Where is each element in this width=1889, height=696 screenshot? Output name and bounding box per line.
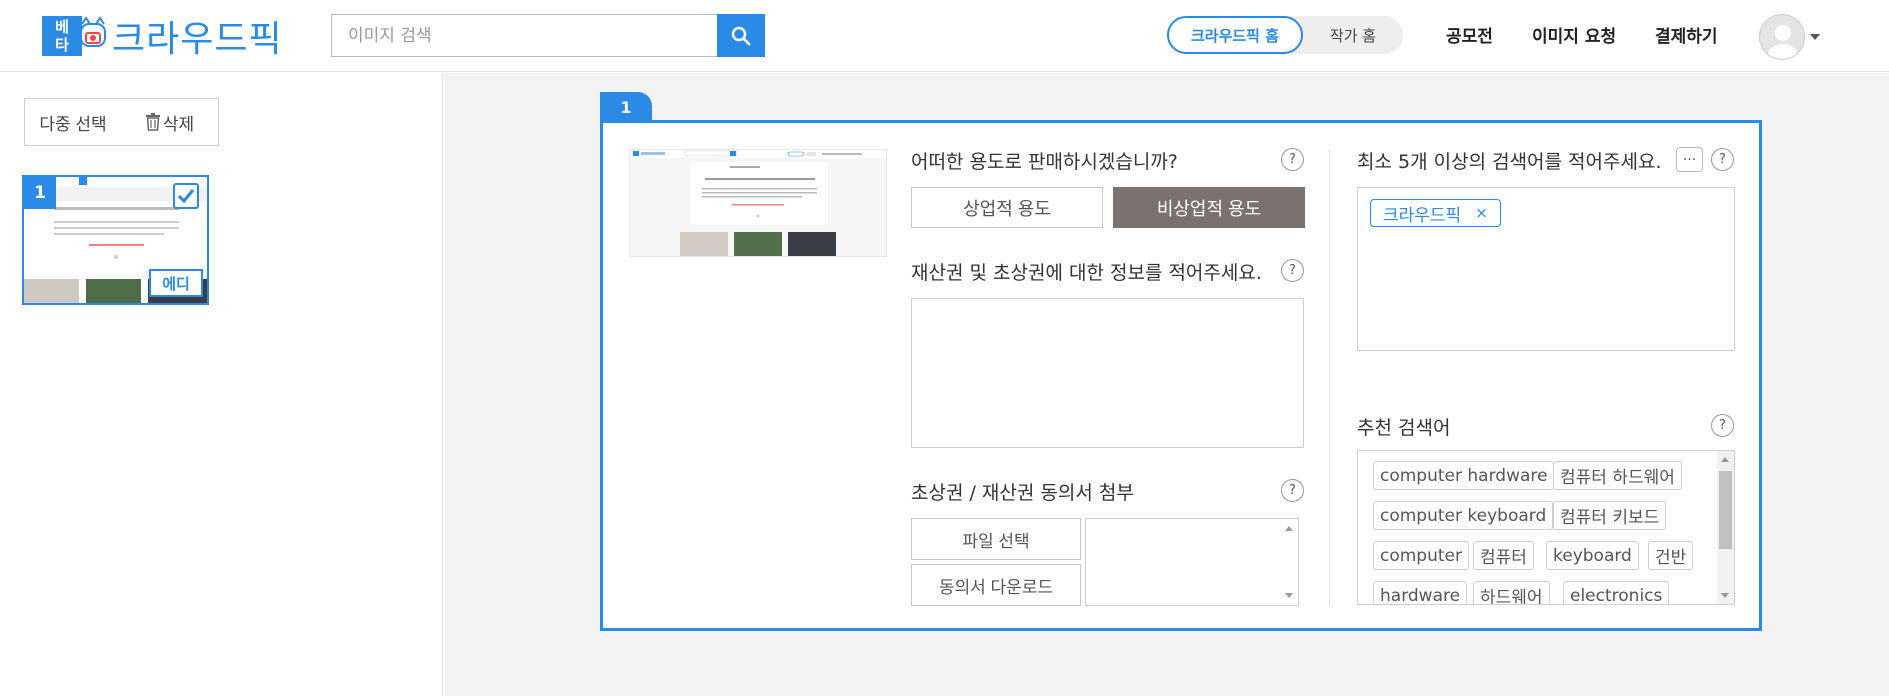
site-logo[interactable]: 베 타 크라우드픽: [42, 12, 283, 60]
scroll-up-icon[interactable]: [1721, 457, 1729, 462]
consent-download-button[interactable]: 동의서 다운로드: [911, 564, 1081, 606]
recommended-keyword[interactable]: 컴퓨터 키보드: [1553, 501, 1667, 530]
recommended-keyword[interactable]: computer: [1373, 541, 1469, 570]
thumbnail-number: 1: [24, 177, 56, 209]
rights-question: 재산권 및 초상권에 대한 정보를 적어주세요.: [911, 262, 1262, 284]
logo-text: 크라우드픽: [112, 19, 283, 60]
search-input[interactable]: [331, 14, 718, 57]
thumbnail-checkbox[interactable]: [173, 183, 199, 209]
image-thumbnail[interactable]: 1 에디: [22, 175, 209, 305]
column-divider: [1329, 149, 1330, 606]
beta-badge-top: 베: [55, 18, 69, 36]
file-select-button[interactable]: 파일 선택: [911, 518, 1081, 560]
image-preview: [629, 149, 887, 257]
check-icon: [177, 189, 195, 204]
trash-icon: [145, 113, 160, 131]
attach-title: 초상권 / 재산권 동의서 첨부: [911, 482, 1134, 504]
avatar[interactable]: [1759, 14, 1805, 60]
thumbnail-edit-button[interactable]: 에디: [149, 269, 203, 297]
rights-help-icon[interactable]: ?: [1281, 259, 1304, 282]
recommended-keywords-box: computer hardware 컴퓨터 하드웨어 computer keyb…: [1357, 450, 1735, 605]
nav-contest[interactable]: 공모전: [1446, 22, 1493, 47]
keywords-more-button[interactable]: ···: [1676, 147, 1703, 172]
nav-checkout[interactable]: 결제하기: [1655, 22, 1718, 47]
left-panel: 다중 선택 삭제 1 에디: [0, 73, 443, 696]
delete-button[interactable]: 삭제: [121, 98, 219, 146]
search-bar: [331, 14, 765, 57]
beta-badge-bottom: 타: [55, 36, 69, 54]
recommended-title: 추천 검색어: [1357, 417, 1451, 439]
recommended-keyword[interactable]: computer keyboard: [1373, 501, 1554, 530]
card-tab-number: 1: [600, 92, 652, 122]
multi-select-button[interactable]: 다중 선택: [24, 98, 122, 146]
attached-files-list[interactable]: [1085, 518, 1299, 606]
recommended-keyword[interactable]: hardware: [1373, 581, 1468, 604]
top-header: 베 타 크라우드픽 크라우드픽 홈 작가 홈 공모전 이미지 요청 결제하기: [0, 0, 1889, 72]
user-icon: [1768, 25, 1798, 59]
recommended-keyword[interactable]: 컴퓨터 하드웨어: [1553, 461, 1682, 490]
home-toggle: 크라우드픽 홈 작가 홈: [1167, 16, 1403, 54]
delete-label: 삭제: [162, 114, 195, 134]
keywords-input-box[interactable]: 크라우드픽 ×: [1357, 187, 1735, 351]
search-button[interactable]: [717, 14, 765, 57]
scroll-down-icon[interactable]: [1285, 593, 1293, 598]
usage-question: 어떠한 용도로 판매하시겠습니까?: [911, 151, 1178, 173]
rights-info-textarea[interactable]: [911, 298, 1304, 448]
search-icon: [731, 26, 751, 45]
recommended-help-icon[interactable]: ?: [1711, 414, 1734, 437]
attach-help-icon[interactable]: ?: [1281, 479, 1304, 502]
scrollbar-thumb[interactable]: [1719, 471, 1732, 549]
recommended-scrollbar[interactable]: [1717, 451, 1734, 604]
beta-badge: 베 타: [42, 16, 82, 56]
recommended-keyword[interactable]: computer hardware: [1373, 461, 1555, 490]
recommended-keyword[interactable]: 하드웨어: [1473, 581, 1550, 604]
cat-camera-icon: [78, 16, 108, 56]
recommended-keyword[interactable]: 컴퓨터: [1473, 541, 1534, 570]
keyword-tag: 크라우드픽 ×: [1370, 199, 1501, 227]
image-detail-card: 어떠한 용도로 판매하시겠습니까? ? 상업적 용도 비상업적 용도 재산권 및…: [600, 120, 1762, 631]
recommended-keyword[interactable]: keyboard: [1546, 541, 1639, 570]
keyword-tag-text: 크라우드픽: [1383, 205, 1462, 226]
recommended-keyword[interactable]: 건반: [1648, 541, 1694, 570]
chevron-down-icon[interactable]: [1810, 34, 1820, 40]
keywords-question: 최소 5개 이상의 검색어를 적어주세요.: [1357, 151, 1662, 173]
artist-home-tab[interactable]: 작가 홈: [1303, 16, 1403, 54]
crowdpic-home-tab[interactable]: 크라우드픽 홈: [1167, 16, 1303, 54]
non-commercial-use-option[interactable]: 비상업적 용도: [1113, 187, 1305, 228]
usage-help-icon[interactable]: ?: [1281, 148, 1304, 171]
commercial-use-option[interactable]: 상업적 용도: [911, 187, 1103, 228]
preview-image: [630, 150, 886, 256]
close-icon[interactable]: ×: [1475, 204, 1488, 222]
recommended-keyword[interactable]: electronics: [1563, 581, 1670, 604]
scroll-down-icon[interactable]: [1721, 593, 1729, 598]
keywords-help-icon[interactable]: ?: [1711, 148, 1734, 171]
scroll-up-icon[interactable]: [1285, 526, 1293, 531]
nav-image-request[interactable]: 이미지 요청: [1532, 22, 1616, 47]
